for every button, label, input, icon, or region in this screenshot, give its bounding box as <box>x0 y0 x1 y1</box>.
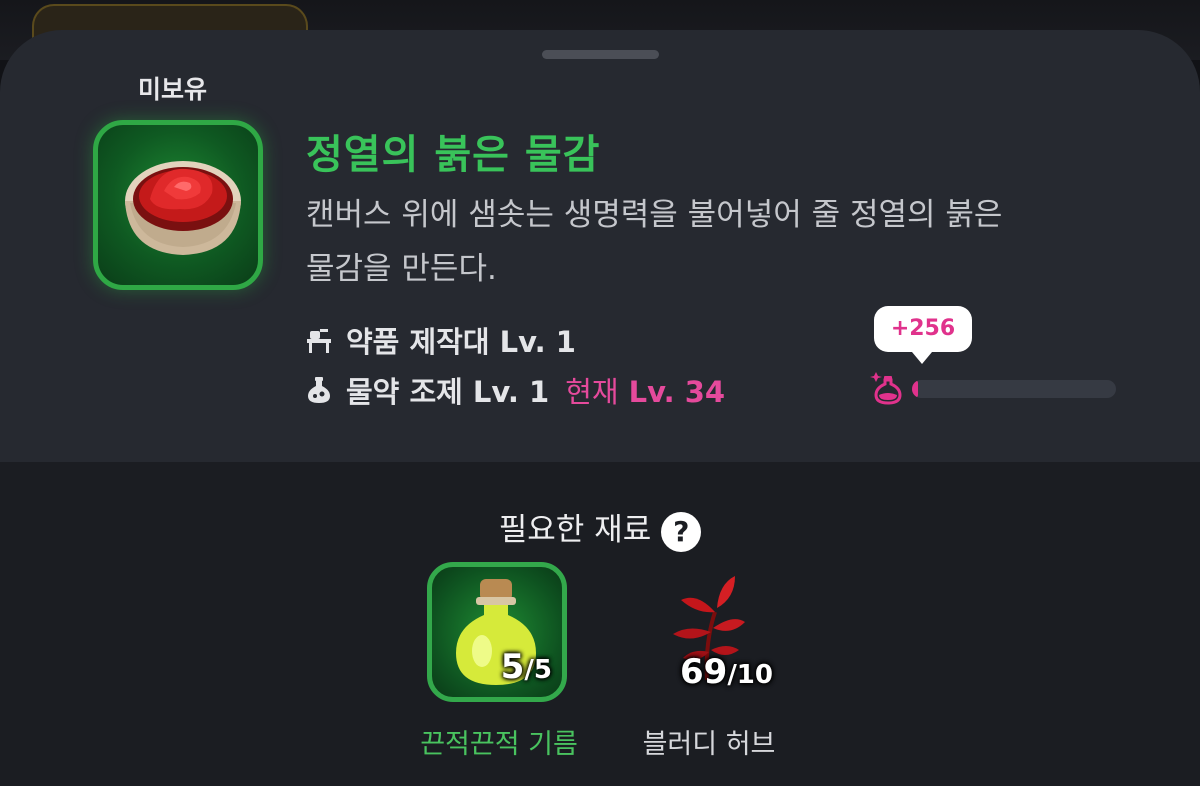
potion-sparkle-icon <box>870 372 902 405</box>
material-required: /5 <box>524 655 552 685</box>
material-count: 69/10 <box>680 652 773 692</box>
item-description-line1: 캔버스 위에 샘솟는 생명력을 불어넣어 줄 정열의 붉은 <box>306 197 1003 233</box>
item-title: 정열의 붉은 물감 <box>306 132 601 178</box>
xp-progress-fill <box>912 380 919 398</box>
ownership-status: 미보유 <box>138 75 208 104</box>
requirement-skill: 물약 조제 Lv. 1 현재 Lv. 34 <box>304 370 725 410</box>
material-icon-frame: 5/5 <box>427 562 567 702</box>
item-description: 캔버스 위에 샘솟는 생명력을 불어넣어 줄 정열의 붉은 물감을 만든다. <box>306 188 1106 296</box>
material-owned: 69 <box>679 652 728 692</box>
material-name: 끈적끈적 기름 <box>420 729 578 760</box>
potion-flask-icon <box>308 377 330 403</box>
sheet-drag-handle[interactable] <box>542 50 659 59</box>
item-description-line2: 물감을 만든다. <box>306 251 497 287</box>
material-slot-herb[interactable]: 69/10 블러디 허브 <box>634 562 784 760</box>
xp-gain-bubble: +256 <box>874 306 972 364</box>
workbench-icon <box>307 329 331 353</box>
material-icon-frame: 69/10 <box>637 562 777 702</box>
help-icon[interactable]: ? <box>661 511 702 552</box>
current-skill-level: 현재 Lv. 34 <box>565 369 725 411</box>
current-level-prefix: 현재 <box>565 375 619 409</box>
material-name: 블러디 허브 <box>642 729 776 760</box>
xp-progress-bar <box>912 380 1116 398</box>
requirement-workbench-label: 약품 제작대 Lv. 1 <box>346 325 576 359</box>
material-owned: 5 <box>500 647 525 687</box>
requirement-skill-label: 물약 조제 Lv. 1 <box>346 375 550 409</box>
item-detail-sheet: 미보유 정열의 붉은 물감 캔버스 위에 샘솟는 생명력을 불어넣어 줄 정열의… <box>0 30 1200 786</box>
requirement-workbench: 약품 제작대 Lv. 1 <box>304 320 576 360</box>
materials-header: 필요한 재료? <box>0 504 1200 552</box>
material-required: /10 <box>727 660 773 690</box>
current-level-value: Lv. 34 <box>628 375 726 409</box>
materials-title: 필요한 재료 <box>498 512 652 548</box>
red-paint-bowl-icon <box>93 120 263 290</box>
material-slot-oil[interactable]: 5/5 끈적끈적 기름 <box>420 562 578 760</box>
materials-panel: 필요한 재료? 5/5 끈적끈적 기름 69/10 블러디 허브 <box>0 462 1200 786</box>
material-count: 5/5 <box>501 647 552 687</box>
